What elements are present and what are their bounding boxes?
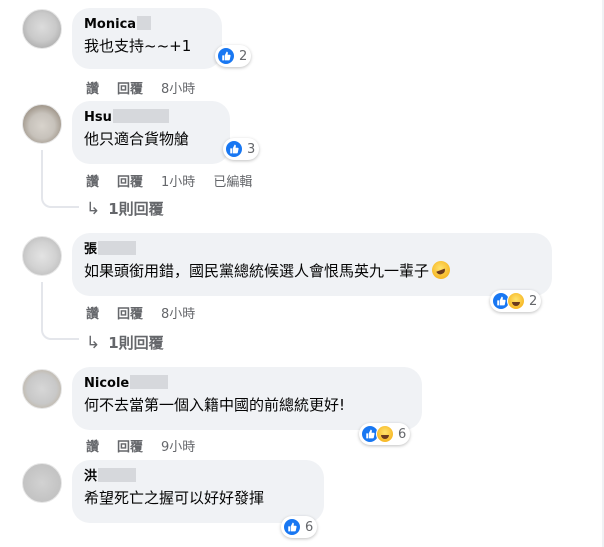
thread-connector xyxy=(41,320,79,340)
like-link[interactable]: 讚 xyxy=(86,171,99,190)
author-name[interactable]: Hsu xyxy=(84,109,218,126)
view-replies-button[interactable]: ↳ 1則回覆 xyxy=(86,198,164,219)
author-name-text[interactable]: 張 xyxy=(84,242,97,257)
timestamp[interactable]: 1小時 xyxy=(161,171,195,190)
comment-bubble: Monica 我也支持~~+1 xyxy=(72,8,222,69)
reaction-count: 6 xyxy=(305,519,314,535)
edited-label: 已編輯 xyxy=(213,175,253,190)
author-name[interactable]: 洪 xyxy=(84,468,312,485)
comment-text: 他只適合貨物艙 xyxy=(84,130,190,148)
comment-actions: 讚回覆 9小時 xyxy=(86,436,213,455)
like-link[interactable]: 讚 xyxy=(86,303,99,322)
haha-icon xyxy=(376,425,394,443)
avatar[interactable] xyxy=(22,369,62,409)
like-icon xyxy=(225,140,243,158)
reply-link[interactable]: 回覆 xyxy=(117,171,143,190)
reply-link[interactable]: 回覆 xyxy=(117,436,143,455)
redacted-name xyxy=(98,468,137,482)
author-name-text[interactable]: 洪 xyxy=(84,469,97,484)
timestamp[interactable]: 8小時 xyxy=(161,78,195,97)
reaction-summary[interactable]: 3 xyxy=(223,138,260,160)
comment-text: 如果頭銜用錯，國民黨總統候選人會恨馬英九一輩子 xyxy=(84,258,540,282)
author-name-text[interactable]: Nicole xyxy=(84,376,129,391)
reaction-summary[interactable]: 2 xyxy=(215,45,252,67)
emoji-mouth xyxy=(436,268,447,276)
comment-text: 何不去當第一個入籍中國的前總統更好! xyxy=(84,396,346,414)
timestamp[interactable]: 8小時 xyxy=(161,303,195,322)
author-name-text[interactable]: Monica xyxy=(84,17,136,32)
avatar[interactable] xyxy=(22,104,62,144)
comment-actions: 讚回覆 8小時 xyxy=(86,78,213,97)
like-icon xyxy=(217,47,235,65)
author-name-text[interactable]: Hsu xyxy=(84,110,112,125)
reaction-count: 6 xyxy=(398,426,407,442)
avatar[interactable] xyxy=(22,463,62,503)
avatar[interactable] xyxy=(22,9,62,49)
comment-actions: 讚回覆 8小時 xyxy=(86,303,213,322)
reaction-count: 3 xyxy=(247,141,256,157)
redacted-name xyxy=(137,16,152,30)
reaction-summary[interactable]: 6 xyxy=(359,423,411,445)
comment-actions: 讚回覆 1小時 已編輯 xyxy=(86,171,270,190)
reaction-summary[interactable]: 6 xyxy=(281,516,318,538)
rolling-laugh-emoji-icon xyxy=(429,258,453,282)
thread-connector xyxy=(41,188,79,208)
reply-arrow-icon: ↳ xyxy=(86,332,101,353)
reaction-count: 2 xyxy=(239,48,248,64)
replies-label[interactable]: 1則回覆 xyxy=(108,198,163,219)
reply-arrow-icon: ↳ xyxy=(86,198,101,219)
reply-link[interactable]: 回覆 xyxy=(117,303,143,322)
author-name[interactable]: 張 xyxy=(84,241,540,258)
like-link[interactable]: 讚 xyxy=(86,436,99,455)
like-link[interactable]: 讚 xyxy=(86,78,99,97)
haha-icon xyxy=(507,292,525,310)
redacted-name xyxy=(98,241,137,255)
comment-text-content: 如果頭銜用錯，國民黨總統候選人會恨馬英九一輩子 xyxy=(84,262,430,280)
like-icon xyxy=(283,518,301,536)
author-name[interactable]: Nicole xyxy=(84,375,410,392)
author-name[interactable]: Monica xyxy=(84,16,210,33)
reaction-count: 2 xyxy=(529,293,538,309)
avatar[interactable] xyxy=(22,236,62,276)
timestamp[interactable]: 9小時 xyxy=(161,436,195,455)
comment-bubble: 洪 希望死亡之握可以好好發揮 xyxy=(72,460,324,523)
reaction-summary[interactable]: 2 xyxy=(490,290,542,312)
comment-bubble: Hsu 他只適合貨物艙 xyxy=(72,101,230,164)
redacted-name xyxy=(130,375,169,389)
redacted-name xyxy=(112,109,169,123)
reply-link[interactable]: 回覆 xyxy=(117,78,143,97)
view-replies-button[interactable]: ↳ 1則回覆 xyxy=(86,332,164,353)
comment-bubble: Nicole 何不去當第一個入籍中國的前總統更好! xyxy=(72,367,422,430)
comment-text: 我也支持~~+1 xyxy=(84,37,192,55)
comment-text: 希望死亡之握可以好好發揮 xyxy=(84,489,265,507)
replies-label[interactable]: 1則回覆 xyxy=(108,332,163,353)
comment-bubble: 張 如果頭銜用錯，國民黨總統候選人會恨馬英九一輩子 xyxy=(72,233,552,296)
